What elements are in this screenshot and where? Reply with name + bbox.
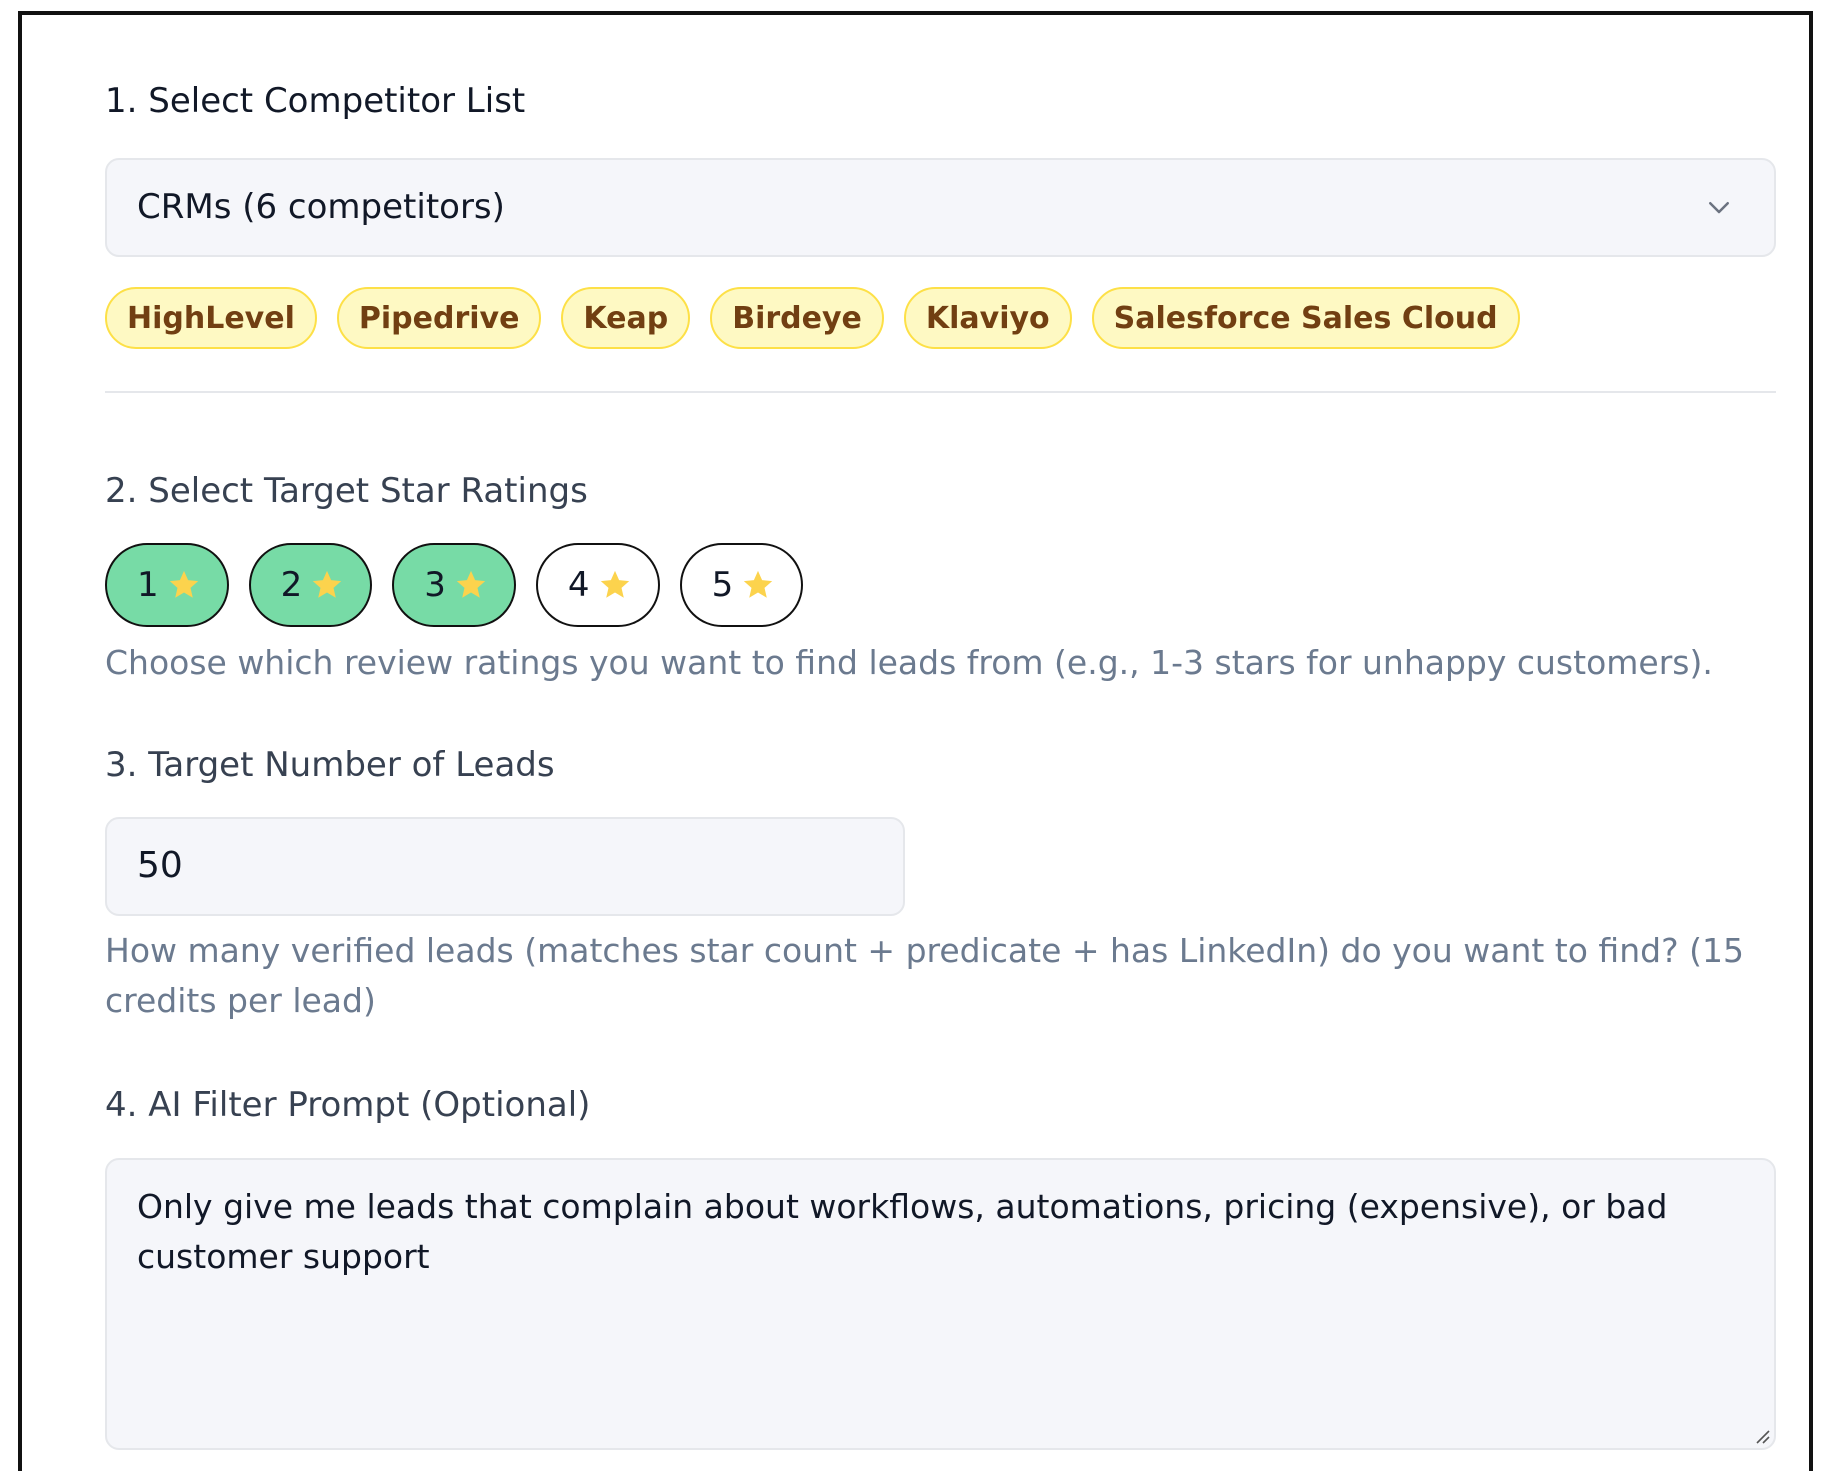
ai-filter-prompt-textarea[interactable]: Only give me leads that complain about w… [105,1158,1776,1450]
star-icon [313,570,342,598]
star-icon [456,570,486,598]
target-leads-label: 3. Target Number of Leads [105,745,555,785]
ai-filter-prompt-label: 4. AI Filter Prompt (Optional) [105,1085,591,1125]
form-panel: 1. Select Competitor List CRMs (6 compet… [18,11,1813,1471]
star-ratings-label: 2. Select Target Star Ratings [105,471,588,511]
competitor-chip: Salesforce Sales Cloud [1091,287,1520,349]
rating-button-1[interactable]: 1 [105,543,229,627]
rating-button-5[interactable]: 5 [679,543,804,627]
rating-value: 5 [711,565,734,605]
rating-value: 2 [280,565,303,605]
ai-filter-prompt-value: Only give me leads that complain about w… [137,1187,1668,1276]
competitor-chip: Keap [561,287,691,349]
star-icon [744,570,773,598]
rating-button-3[interactable]: 3 [392,543,516,627]
resize-handle-icon[interactable] [1753,1427,1771,1445]
rating-button-2[interactable]: 2 [248,543,373,627]
section-divider [105,391,1776,393]
competitor-chip: Klaviyo [903,287,1072,349]
rating-value: 1 [137,565,159,605]
star-icon [600,570,629,598]
rating-value: 4 [567,565,590,605]
competitor-list-select[interactable]: CRMs (6 competitors) [105,158,1776,257]
rating-value: 3 [424,565,446,605]
star-ratings-help-text: Choose which review ratings you want to … [105,643,1713,682]
target-leads-help-text: How many verified leads (matches star co… [105,931,1744,1020]
competitor-chips: HighLevel Pipedrive Keap Birdeye Klaviyo… [105,287,1520,349]
star-icon [169,570,198,598]
target-leads-value: 50 [137,845,183,886]
competitor-chip: HighLevel [105,287,317,349]
competitor-list-label: 1. Select Competitor List [105,81,526,121]
competitor-list-selected-value: CRMs (6 competitors) [137,187,505,227]
competitor-chip: Birdeye [710,287,884,349]
chevron-down-icon [1709,202,1729,214]
star-rating-options: 1 2 3 4 5 [105,543,804,627]
rating-button-4[interactable]: 4 [535,543,660,627]
competitor-chip: Pipedrive [336,287,542,349]
target-leads-input[interactable]: 50 [105,817,905,916]
